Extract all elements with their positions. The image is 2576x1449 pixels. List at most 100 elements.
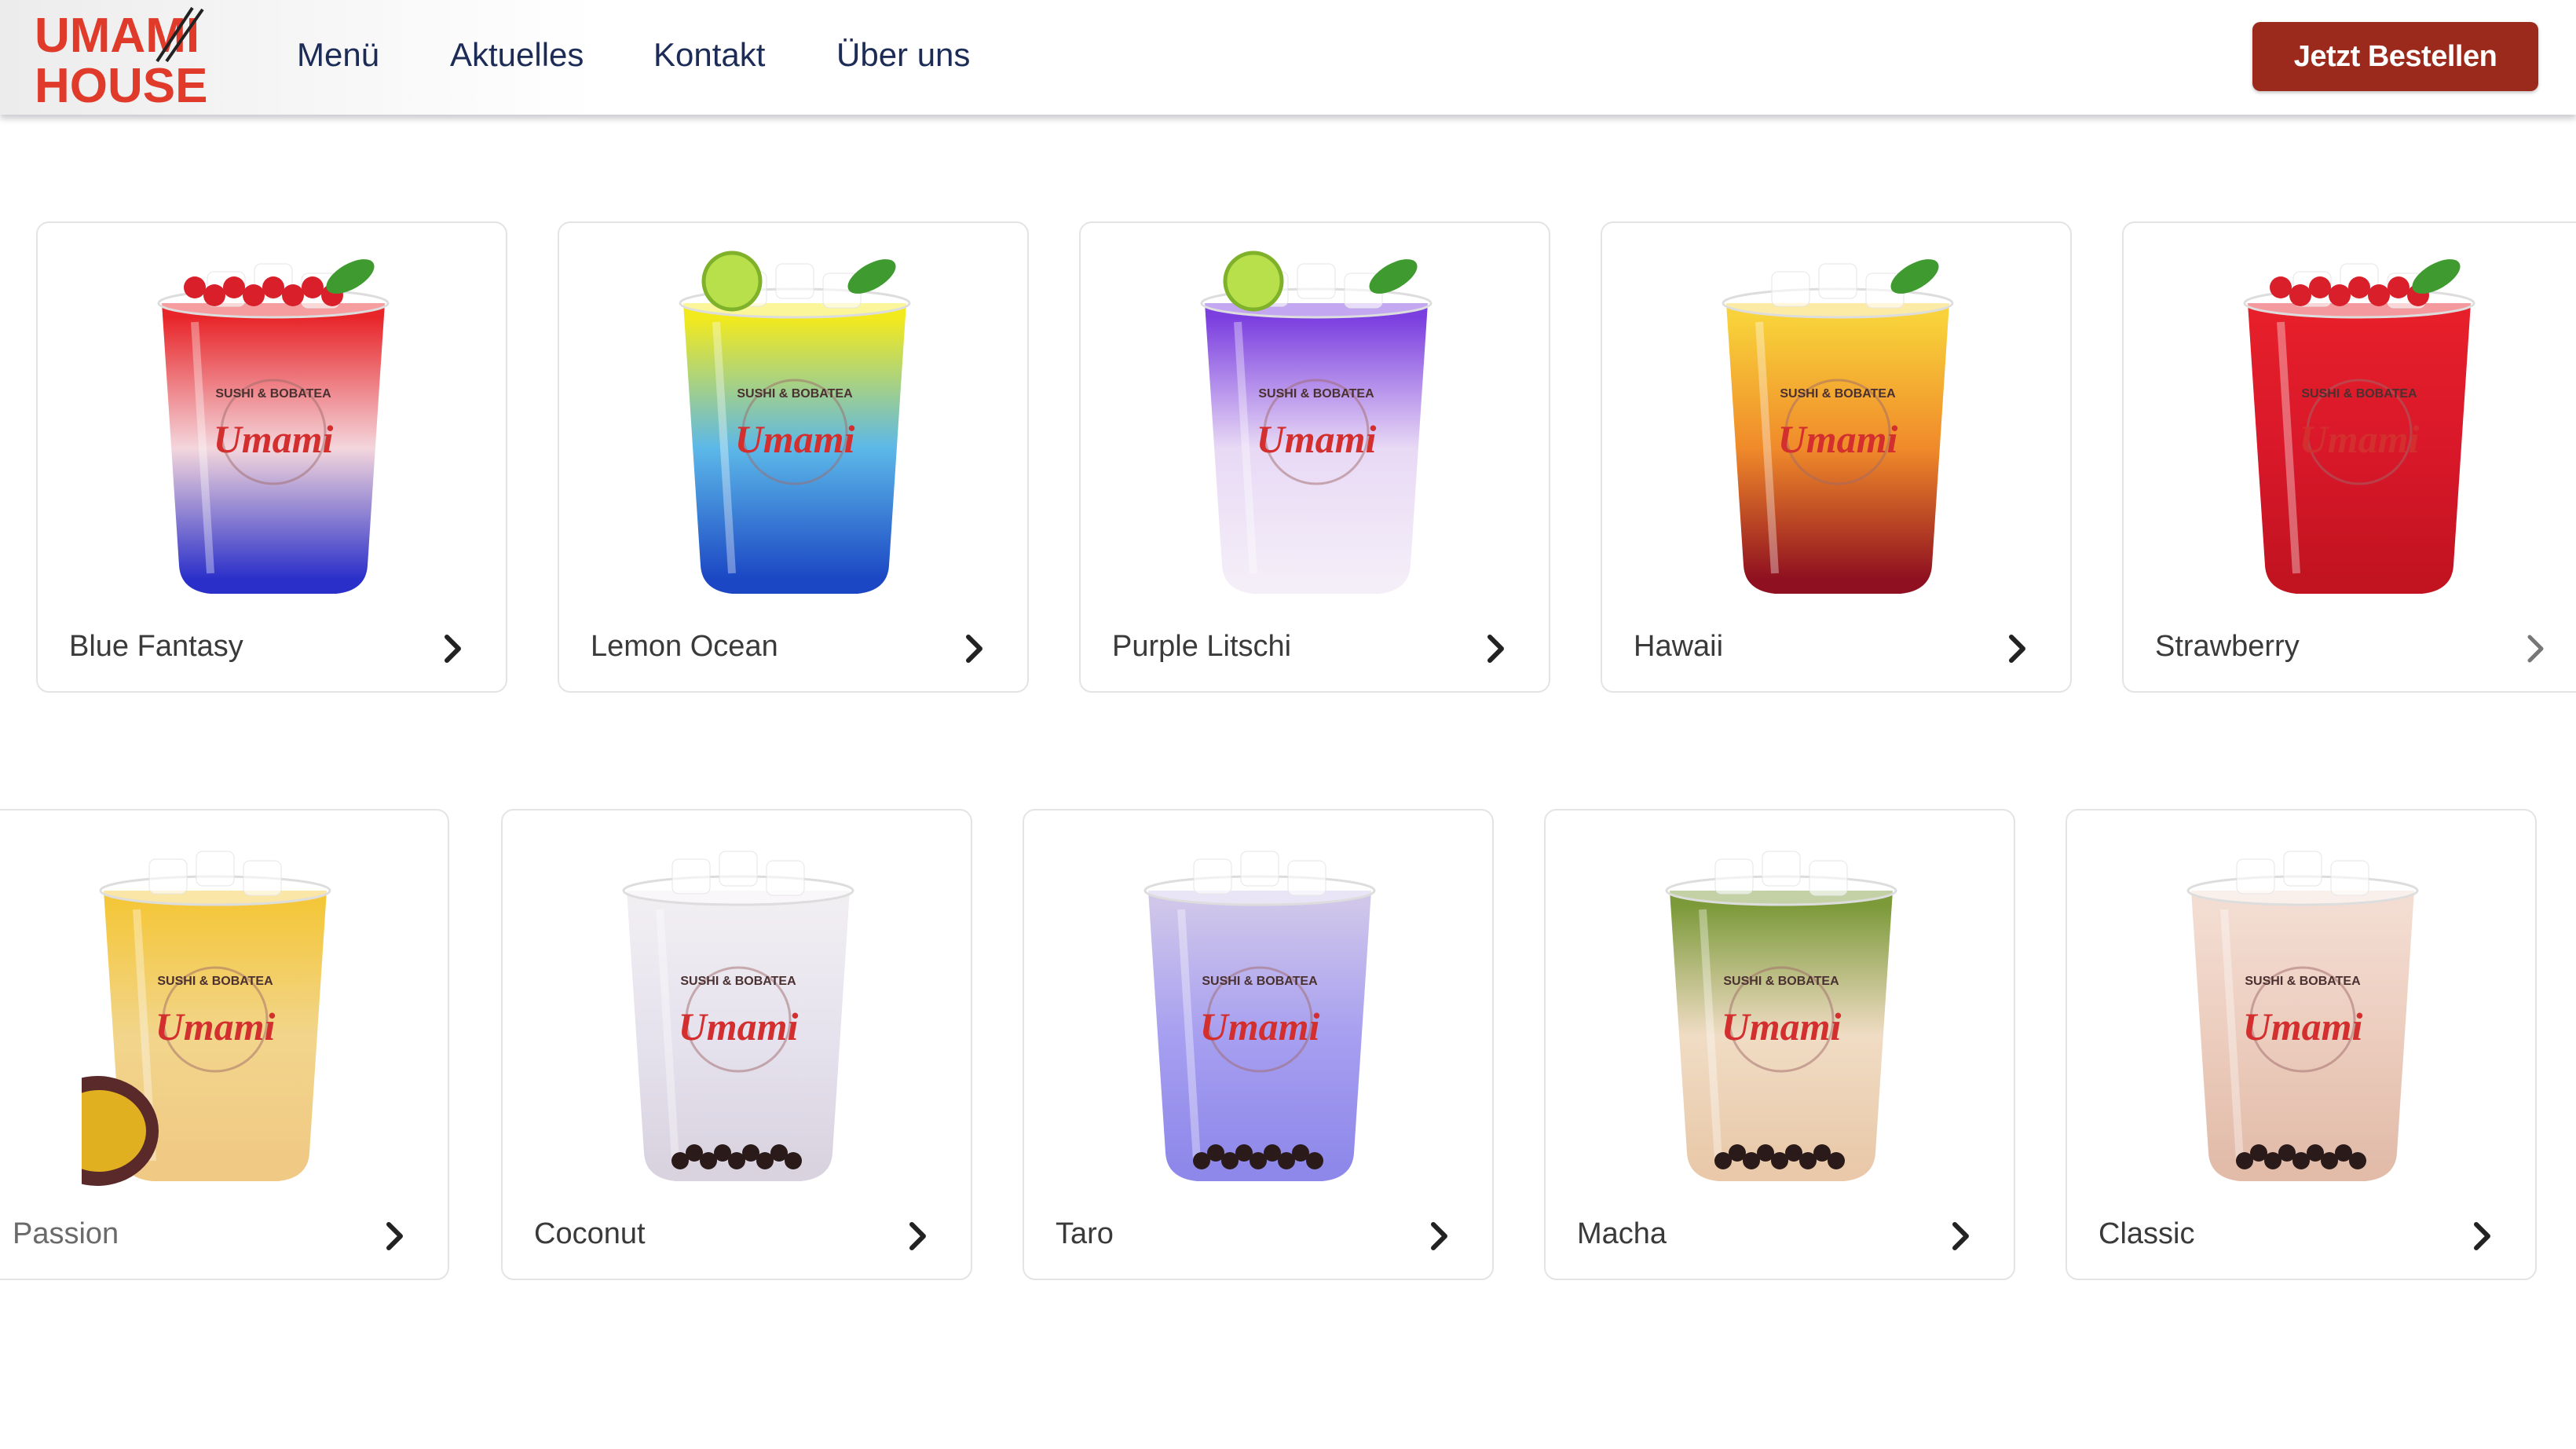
berry: [2388, 276, 2410, 298]
ice-cube: [766, 860, 805, 896]
boba-pearl: [1306, 1152, 1323, 1169]
drink-card-taro[interactable]: SUSHI & BOBATEA Umami Taro: [1023, 809, 1494, 1280]
drink-image: SUSHI & BOBATEA Umami: [82, 851, 331, 1186]
cup-brand: Umami: [2300, 417, 2420, 461]
berry: [2270, 276, 2292, 298]
ice-cube: [2283, 851, 2322, 887]
cup-tagline: SUSHI & BOBATEA: [2301, 387, 2417, 401]
berry: [2309, 276, 2331, 298]
drink-image: SUSHI & BOBATEA Umami: [1665, 851, 1897, 1181]
ice-cube: [775, 263, 814, 299]
drink-card-blue-fantasy[interactable]: SUSHI & BOBATEA Umami Blue Fantasy: [36, 221, 507, 693]
chevron-right-icon: [966, 635, 982, 663]
berry: [302, 276, 324, 298]
ice-cube: [243, 860, 282, 896]
berry: [184, 276, 206, 298]
chevron-right-icon: [1487, 635, 1504, 663]
drink-name: Passion: [13, 1217, 119, 1250]
cup-brand: Umami: [1722, 1004, 1842, 1048]
umami-house-logo[interactable]: UMAMI HOUSE: [31, 6, 220, 110]
ice-cube: [2330, 860, 2369, 896]
berry: [262, 276, 284, 298]
lime-slice: [1223, 251, 1284, 312]
cup-brand: Umami: [1257, 417, 1377, 461]
drink-name: Purple Litschi: [1112, 630, 1292, 663]
berry: [2289, 284, 2311, 306]
ice-cube: [1818, 263, 1857, 299]
cup-brand: Umami: [1778, 417, 1898, 461]
ice-cube: [1287, 860, 1326, 896]
cup-tagline: SUSHI & BOBATEA: [1723, 975, 1839, 988]
cup-tagline: SUSHI & BOBATEA: [1202, 975, 1318, 988]
berry: [2368, 284, 2390, 306]
cup-brand: Umami: [214, 417, 334, 461]
drink-name: Hawaii: [1634, 630, 1724, 663]
berry: [2348, 276, 2370, 298]
chevron-right-icon: [909, 1222, 926, 1250]
drink-image: SUSHI & BOBATEA Umami: [622, 851, 854, 1181]
drink-card-purple-litschi[interactable]: SUSHI & BOBATEA Umami Purple Litschi: [1079, 221, 1550, 693]
ice-cube: [719, 851, 758, 887]
ice-cube: [2236, 858, 2275, 895]
drink-image: SUSHI & BOBATEA Umami: [1143, 851, 1376, 1181]
ice-cube: [1771, 271, 1810, 307]
cup-tagline: SUSHI & BOBATEA: [737, 387, 853, 401]
nav-aktuelles[interactable]: Aktuelles: [450, 36, 584, 74]
berry: [203, 284, 225, 306]
boba-pearl: [2349, 1152, 2366, 1169]
cup-brand: Umami: [156, 1004, 276, 1048]
drink-card-strawberry[interactable]: SUSHI & BOBATEA Umami Strawberry: [2122, 221, 2576, 693]
drink-name: Blue Fantasy: [69, 630, 243, 663]
cup-tagline: SUSHI & BOBATEA: [1780, 387, 1896, 401]
drink-name: Lemon Ocean: [591, 630, 778, 663]
berry: [2329, 284, 2351, 306]
cup-brand: Umami: [735, 417, 855, 461]
drink-name: Strawberry: [2155, 630, 2300, 663]
ice-cube: [1297, 263, 1336, 299]
drink-card-macha[interactable]: SUSHI & BOBATEA Umami Macha: [1544, 809, 2015, 1280]
drink-card-passion[interactable]: SUSHI & BOBATEA Umami Passion: [0, 809, 449, 1280]
drink-card-classic[interactable]: SUSHI & BOBATEA Umami Classic: [2066, 809, 2537, 1280]
drink-card-coconut[interactable]: SUSHI & BOBATEA Umami Coconut: [501, 809, 972, 1280]
lime-slice: [701, 251, 763, 312]
chevron-right-icon: [2009, 635, 2025, 663]
ice-cube: [1193, 858, 1232, 895]
berry: [223, 276, 245, 298]
drink-card-hawaii[interactable]: SUSHI & BOBATEA Umami Hawaii: [1601, 221, 2072, 693]
drink-image: SUSHI & BOBATEA Umami: [2243, 259, 2475, 594]
drink-card-lemon-ocean[interactable]: SUSHI & BOBATEA Umami Lemon Ocean: [558, 221, 1029, 693]
boba-pearl: [785, 1152, 802, 1169]
drink-image: SUSHI & BOBATEA Umami: [2186, 851, 2419, 1181]
cup-tagline: SUSHI & BOBATEA: [157, 975, 273, 988]
ice-cube: [671, 858, 711, 895]
cup-brand: Umami: [1200, 1004, 1320, 1048]
logo-line2: HOUSE: [35, 59, 207, 110]
nav-menu[interactable]: Menü: [297, 36, 379, 74]
ice-cube: [1240, 851, 1279, 887]
drink-name: Classic: [2098, 1217, 2195, 1250]
chevron-right-icon: [386, 1222, 403, 1250]
order-now-button[interactable]: Jetzt Bestellen: [2252, 22, 2538, 91]
cup-tagline: SUSHI & BOBATEA: [680, 975, 796, 988]
chevron-right-icon: [1952, 1222, 1969, 1250]
cup-tagline: SUSHI & BOBATEA: [215, 387, 331, 401]
drink-image: SUSHI & BOBATEA Umami: [157, 259, 390, 594]
chevron-right-icon: [1431, 1222, 1447, 1250]
chevron-right-icon: [445, 635, 461, 663]
ice-cube: [148, 858, 188, 895]
ice-cube: [1714, 858, 1754, 895]
drink-name: Coconut: [534, 1217, 646, 1250]
ice-cube: [1809, 860, 1848, 896]
boba-pearl: [1828, 1152, 1845, 1169]
nav-kontakt[interactable]: Kontakt: [653, 36, 765, 74]
cup-brand: Umami: [679, 1004, 799, 1048]
berry: [282, 284, 304, 306]
drink-name: Macha: [1577, 1217, 1667, 1250]
cup-tagline: SUSHI & BOBATEA: [1258, 387, 1374, 401]
drink-image: SUSHI & BOBATEA Umami: [1200, 251, 1433, 594]
chevron-right-icon: [2527, 635, 2544, 663]
drink-image: SUSHI & BOBATEA Umami: [679, 251, 911, 594]
ice-cube: [196, 851, 235, 887]
ice-cube: [1762, 851, 1801, 887]
nav-ueber-uns[interactable]: Über uns: [836, 36, 970, 74]
